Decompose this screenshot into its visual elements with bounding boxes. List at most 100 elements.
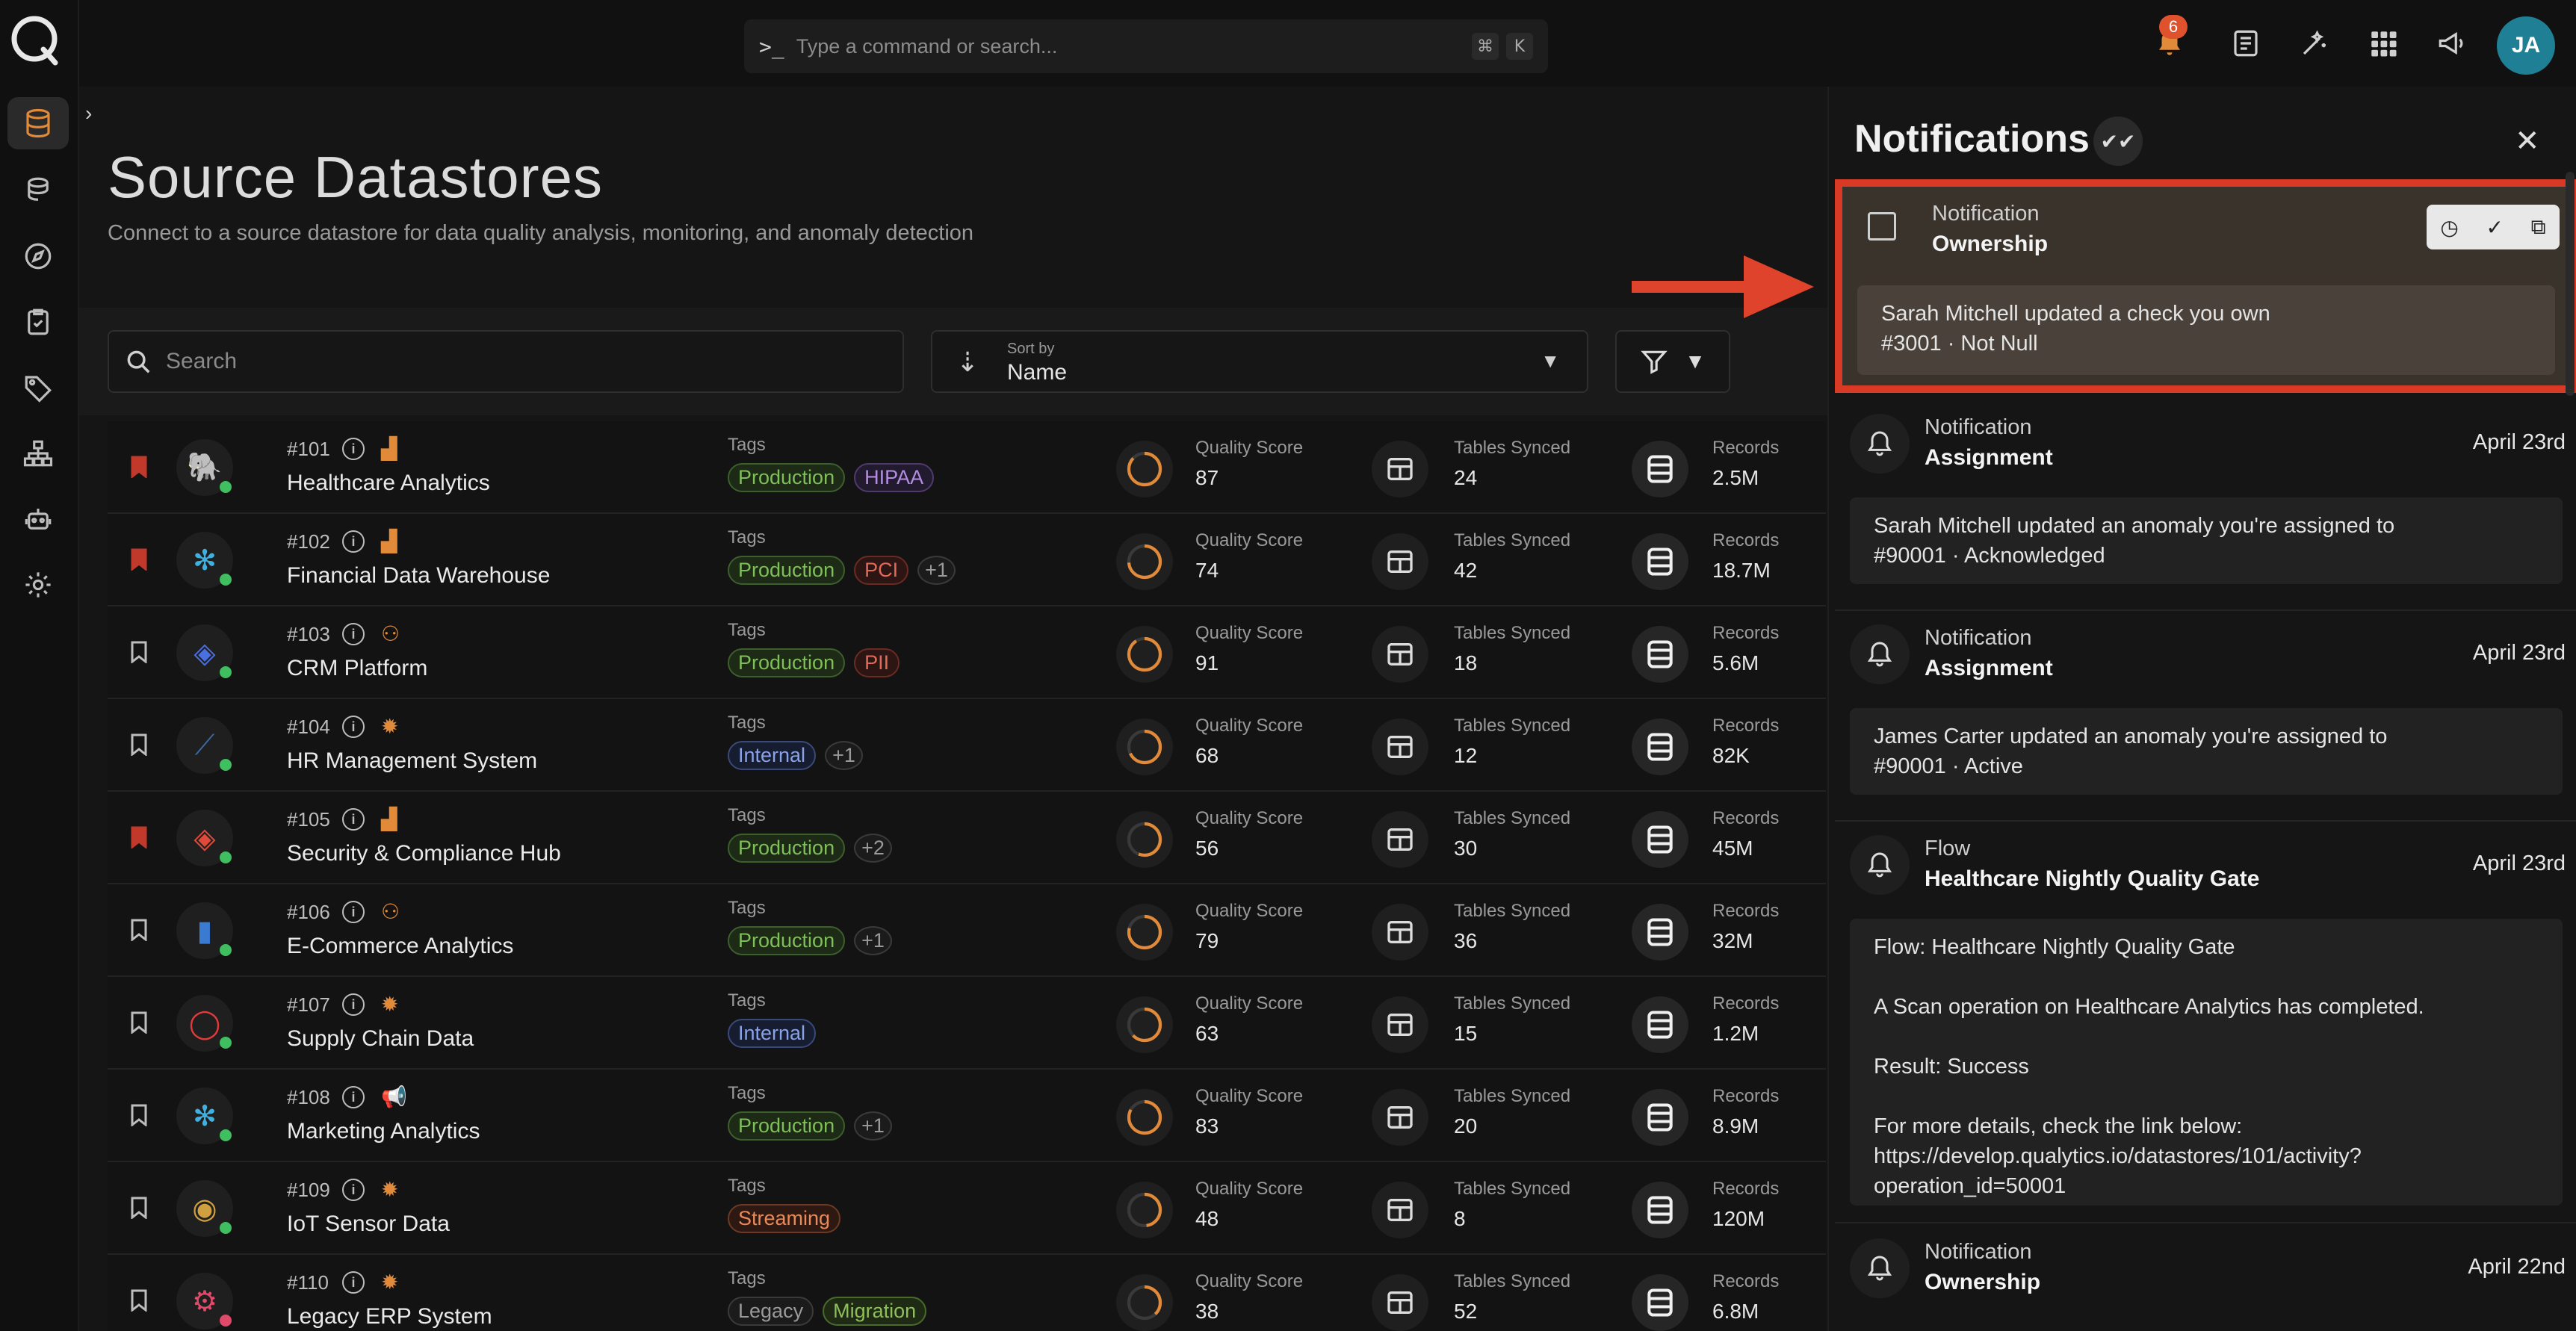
tag-chip[interactable]: Production [728, 926, 846, 955]
datastore-row[interactable]: ✻ #108 i 📢 Marketing Analytics Tags Prod… [108, 1070, 1826, 1162]
tag-chip[interactable]: Production [728, 834, 846, 863]
bookmark-icon[interactable] [130, 826, 148, 848]
tables-synced-label: Tables Synced [1454, 1086, 1571, 1106]
user-avatar[interactable]: JA [2497, 16, 2555, 75]
info-icon[interactable]: i [342, 716, 365, 738]
tag-chip[interactable]: PCI [854, 556, 909, 585]
notification-card-ownership[interactable]: Notification Ownership ◷ ✓ ⧉ Sarah Mitch… [1835, 179, 2576, 393]
bookmark-icon[interactable] [130, 1104, 148, 1126]
info-icon[interactable]: i [342, 808, 365, 831]
info-icon[interactable]: i [342, 530, 365, 553]
records-icon [1632, 719, 1688, 775]
logo-icon[interactable] [9, 13, 63, 67]
datastore-name[interactable]: Supply Chain Data [287, 1026, 474, 1052]
expand-sidebar-chevron-icon[interactable]: › [85, 102, 115, 131]
datastore-row[interactable]: ✻ #102 i ▟ Financial Data Warehouse Tags… [108, 514, 1826, 606]
tag-chip[interactable]: +1 [825, 741, 863, 770]
tag-chip[interactable]: +1 [854, 1111, 892, 1141]
datastore-name[interactable]: Financial Data Warehouse [287, 563, 550, 589]
apps-button[interactable] [2362, 22, 2404, 64]
tag-chip[interactable]: +1 [917, 556, 956, 585]
datastore-row[interactable]: ⟋ #104 i ✹ HR Management System Tags Int… [108, 699, 1826, 792]
quality-score-label: Quality Score [1195, 623, 1304, 643]
tag-chip[interactable]: Migration [823, 1297, 927, 1326]
info-icon[interactable]: i [342, 1179, 365, 1201]
open-external-icon[interactable]: ⧉ [2531, 215, 2546, 240]
info-icon[interactable]: i [342, 901, 365, 923]
bookmark-icon[interactable] [130, 641, 148, 663]
datastore-name[interactable]: Security & Compliance Hub [287, 841, 561, 866]
tag-chip[interactable]: Internal [728, 741, 817, 770]
datastore-name[interactable]: Marketing Analytics [287, 1119, 480, 1144]
bookmark-icon[interactable] [130, 456, 148, 478]
datastore-row[interactable]: ⚙ #110 i ✹ Legacy ERP System Tags Legacy… [108, 1255, 1826, 1331]
tag-chip[interactable]: PII [854, 648, 900, 677]
tag-chip[interactable]: Production [728, 463, 846, 492]
mark-all-read-button[interactable]: ✔✔ [2093, 117, 2143, 166]
info-icon[interactable]: i [342, 993, 365, 1016]
settings-nav-item[interactable] [7, 559, 69, 611]
details-link-line2[interactable]: operation_id=50001 [1874, 1171, 2539, 1201]
datastore-name[interactable]: IoT Sensor Data [287, 1211, 450, 1237]
info-icon[interactable]: i [342, 438, 365, 460]
announcements-button[interactable] [2431, 22, 2473, 64]
tag-chip[interactable]: Production [728, 648, 846, 677]
notifications-scrollbar[interactable] [2566, 172, 2575, 396]
notification-date: April 23rd [2472, 851, 2566, 875]
notification-card-flow[interactable]: Flow Healthcare Nightly Quality Gate Apr… [1835, 822, 2576, 1223]
tags-label: Tags [728, 713, 766, 733]
agents-nav-item[interactable] [7, 493, 69, 545]
tag-chip[interactable]: +2 [854, 834, 892, 863]
datastore-name[interactable]: HR Management System [287, 748, 537, 774]
datastores-nav-item[interactable] [7, 97, 69, 149]
tag-chip[interactable]: HIPAA [854, 463, 935, 492]
hierarchy-nav-item[interactable] [7, 427, 69, 480]
tables-synced-label: Tables Synced [1454, 438, 1571, 458]
discover-nav-item[interactable] [7, 230, 69, 282]
tag-chip[interactable]: Streaming [728, 1204, 841, 1233]
notification-card-assignment-1[interactable]: Notification Assignment April 23rd Sarah… [1835, 400, 2576, 611]
datastore-row[interactable]: ◉ #109 i ✹ IoT Sensor Data Tags Streamin… [108, 1162, 1826, 1255]
datastore-name[interactable]: E-Commerce Analytics [287, 934, 513, 959]
command-search[interactable]: >_ Type a command or search... ⌘ K [744, 19, 1548, 73]
explore-nav-item[interactable] [7, 164, 69, 217]
tag-chip[interactable]: +1 [854, 926, 892, 955]
datastore-row[interactable]: ◈ #103 i ⚇ CRM Platform Tags Production P… [108, 606, 1826, 699]
notification-card-ownership-2[interactable]: Notification Ownership April 22nd [1835, 1225, 2576, 1331]
bookmark-icon[interactable] [130, 733, 148, 756]
checks-nav-item[interactable] [7, 296, 69, 348]
info-icon[interactable]: i [342, 1086, 365, 1108]
datastore-name[interactable]: Legacy ERP System [287, 1304, 492, 1330]
datastore-row[interactable]: ▮ #106 i ⚇ E-Commerce Analytics Tags Pro… [108, 884, 1826, 977]
datastore-name[interactable]: Healthcare Analytics [287, 471, 490, 496]
tag-chip[interactable]: Internal [728, 1019, 817, 1048]
snooze-clock-icon[interactable]: ◷ [2440, 215, 2458, 240]
close-icon[interactable]: ✕ [2515, 124, 2540, 158]
select-checkbox[interactable] [1868, 212, 1896, 241]
notification-card-assignment-2[interactable]: Notification Assignment April 23rd James… [1835, 611, 2576, 822]
tags-nav-item[interactable] [7, 362, 69, 414]
info-icon[interactable]: i [342, 623, 365, 645]
details-line: For more details, check the link below: [1874, 1114, 2243, 1138]
datastore-row[interactable]: ◈ #105 i ▟ Security & Compliance Hub Tag… [108, 792, 1826, 884]
datastore-name[interactable]: CRM Platform [287, 656, 427, 681]
docs-button[interactable] [2225, 22, 2267, 64]
bookmark-icon[interactable] [130, 1197, 148, 1219]
bookmark-icon[interactable] [130, 1011, 148, 1034]
tag-chip[interactable]: Legacy [728, 1297, 814, 1326]
left-rail [0, 0, 79, 1331]
bookmark-icon[interactable] [130, 1289, 148, 1312]
mark-read-check-icon[interactable]: ✓ [2486, 215, 2503, 240]
tag-chip[interactable]: Production [728, 556, 846, 585]
magic-button[interactable] [2294, 22, 2335, 64]
datastore-row[interactable]: ◯ #107 i ✹ Supply Chain Data Tags Intern… [108, 977, 1826, 1070]
filter-button[interactable]: ▼ [1615, 330, 1730, 393]
bookmark-icon[interactable] [130, 548, 148, 571]
info-icon[interactable]: i [342, 1271, 365, 1294]
datastore-row[interactable]: 🐘 #101 i ▟ Healthcare Analytics Tags Pro… [108, 421, 1826, 514]
details-link-line1[interactable]: https://develop.qualytics.io/datastores/… [1874, 1141, 2539, 1171]
tag-chip[interactable]: Production [728, 1111, 846, 1141]
bookmark-icon[interactable] [130, 919, 148, 941]
search-input[interactable]: Search [108, 330, 904, 393]
sort-select[interactable]: ⇣ Sort by Name ▼ [931, 330, 1588, 393]
